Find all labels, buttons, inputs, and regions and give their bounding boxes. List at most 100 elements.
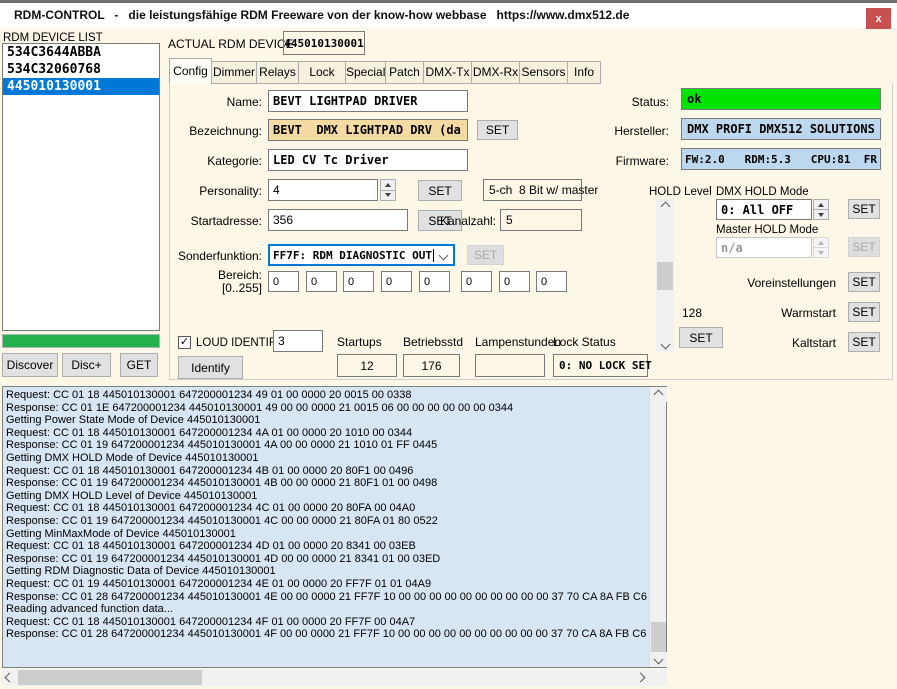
tab-relays[interactable]: Relays (257, 61, 299, 84)
bezeichnung-field[interactable] (268, 119, 468, 141)
log-line: Response: CC 01 19 647200001234 44501013… (6, 553, 648, 566)
identify-button[interactable]: Identify (178, 356, 243, 379)
slider-down-arrow-icon[interactable] (656, 337, 674, 352)
warmstart-set-button[interactable]: SET (848, 302, 880, 322)
bereich-field-4[interactable] (381, 271, 412, 292)
kaltstart-set-button[interactable]: SET (848, 332, 880, 352)
log-line: Request: CC 01 18 445010130001 647200001… (6, 427, 648, 440)
personality-spin-up-icon[interactable] (380, 179, 396, 191)
name-label: Name: (175, 95, 262, 109)
hold-level-slider[interactable] (656, 199, 674, 352)
log-line: Getting DMX HOLD Level of Device 4450101… (6, 490, 648, 503)
tab-dmx-tx[interactable]: DMX-Tx (424, 61, 472, 84)
tab-special[interactable]: Special (346, 61, 386, 84)
sonderfunktion-label: Sonderfunktion: (175, 249, 262, 263)
device-list-item[interactable]: 534C32060768 (3, 61, 159, 78)
bereich-field-1[interactable] (268, 271, 299, 292)
scroll-right-arrow-icon[interactable] (633, 669, 648, 686)
text-cursor (433, 249, 434, 262)
device-list-item-selected[interactable]: 445010130001 (3, 78, 159, 95)
kanalzahl-label: Kanalzahl: (400, 214, 496, 228)
bezeichnung-label: Bezeichnung: (175, 124, 262, 138)
master-hold-spin-up-icon[interactable] (813, 237, 829, 248)
name-field[interactable] (268, 90, 468, 112)
dmx-hold-set-button[interactable]: SET (848, 199, 880, 219)
log-line: Response: CC 01 19 647200001234 44501013… (6, 477, 648, 490)
device-list-item[interactable]: 534C3644ABBA (3, 44, 159, 61)
log-line: Response: CC 01 19 647200001234 44501013… (6, 439, 648, 452)
log-vertical-scrollbar[interactable] (649, 387, 666, 667)
tab-config[interactable]: Config (169, 58, 212, 84)
dmx-hold-spin-up-icon[interactable] (813, 199, 829, 210)
tab-sensors[interactable]: Sensors (520, 61, 568, 84)
dmx-hold-spin-down-icon[interactable] (813, 210, 829, 220)
log-horizontal-scrollbar[interactable] (2, 669, 667, 686)
personality-set-button[interactable]: SET (418, 180, 462, 201)
bereich-label-line2: [0..255] (175, 281, 262, 295)
hersteller-label: Hersteller: (600, 124, 669, 138)
get-button[interactable]: GET (120, 353, 158, 377)
titlebar[interactable]: RDM-CONTROL - die leistungsfähige RDM Fr… (0, 3, 897, 28)
kategorie-field[interactable] (268, 149, 468, 171)
master-hold-mode-field[interactable] (716, 237, 812, 258)
bereich-field-6[interactable] (461, 271, 492, 292)
voreinstellungen-set-button[interactable]: SET (848, 272, 880, 292)
personality-spinner (380, 179, 396, 201)
log-lines: Request: CC 01 18 445010130001 647200001… (6, 389, 648, 665)
personality-label: Personality: (175, 184, 262, 198)
status-label: Status: (600, 95, 669, 109)
device-listbox[interactable]: 534C3644ABBA 534C32060768 445010130001 (2, 43, 160, 331)
log-line: Request: CC 01 18 445010130001 647200001… (6, 540, 648, 553)
dmx-hold-mode-field[interactable] (716, 199, 812, 220)
log-output[interactable]: Request: CC 01 18 445010130001 647200001… (2, 386, 667, 668)
firmware-value: FW:2.0 RDM:5.3 CPU:81 FR (681, 148, 881, 170)
tab-lock[interactable]: Lock (299, 61, 346, 84)
tab-patch[interactable]: Patch (386, 61, 424, 84)
log-line: Reading advanced function data... (6, 603, 648, 616)
lock-status-value: 0: NO LOCK SET (553, 354, 648, 377)
slider-thumb[interactable] (657, 262, 673, 290)
disc-plus-button[interactable]: Disc+ (62, 353, 111, 377)
window-title: RDM-CONTROL - die leistungsfähige RDM Fr… (14, 8, 629, 22)
personality-spin-down-icon[interactable] (380, 191, 396, 202)
loud-identify-field[interactable] (273, 330, 323, 352)
sonderfunktion-set-button[interactable]: SET (467, 245, 504, 265)
slider-up-arrow-icon[interactable] (656, 199, 674, 214)
voreinstellungen-label: Voreinstellungen (700, 276, 836, 290)
startups-label: Startups (337, 335, 382, 349)
bereich-field-2[interactable] (306, 271, 337, 292)
tab-info[interactable]: Info (568, 61, 601, 84)
bereich-field-5[interactable] (419, 271, 450, 292)
scroll-left-arrow-icon[interactable] (2, 669, 17, 686)
scroll-thumb[interactable] (651, 622, 666, 652)
log-line: Response: CC 01 1E 647200001234 44501013… (6, 402, 648, 415)
lampenstunden-label: Lampenstunden (475, 335, 561, 349)
scroll-thumb[interactable] (18, 670, 202, 685)
bereich-field-8[interactable] (536, 271, 567, 292)
master-hold-mode-spinner (813, 237, 829, 258)
log-line: Request: CC 01 18 445010130001 647200001… (6, 465, 648, 478)
close-button[interactable]: x (866, 8, 891, 29)
app-window: RDM-CONTROL - die leistungsfähige RDM Fr… (0, 0, 897, 689)
bereich-field-3[interactable] (343, 271, 374, 292)
kanalzahl-value: 5 (500, 209, 582, 231)
kaltstart-label: Kaltstart (700, 336, 836, 350)
chevron-down-icon (439, 250, 449, 260)
startadresse-field[interactable] (268, 209, 408, 231)
log-line: Request: CC 01 18 445010130001 647200001… (6, 616, 648, 629)
bereich-field-7[interactable] (499, 271, 530, 292)
master-hold-set-button[interactable]: SET (848, 237, 880, 257)
betriebsstd-value: 176 (403, 354, 460, 377)
master-hold-spin-down-icon[interactable] (813, 248, 829, 258)
personality-field[interactable] (268, 179, 378, 201)
kategorie-label: Kategorie: (175, 154, 262, 168)
discover-button[interactable]: Discover (2, 353, 58, 377)
scroll-up-arrow-icon[interactable] (650, 387, 667, 402)
tab-dimmer[interactable]: Dimmer (212, 61, 257, 84)
bezeichnung-set-button[interactable]: SET (477, 120, 518, 140)
log-line: Getting DMX HOLD Mode of Device 44501013… (6, 452, 648, 465)
loud-identify-checkbox[interactable]: ✓ (178, 336, 191, 349)
sonderfunktion-dropdown[interactable]: FF7F: RDM DIAGNOSTIC OUT (268, 244, 455, 266)
tab-dmx-rx[interactable]: DMX-Rx (472, 61, 520, 84)
scroll-down-arrow-icon[interactable] (650, 652, 667, 667)
